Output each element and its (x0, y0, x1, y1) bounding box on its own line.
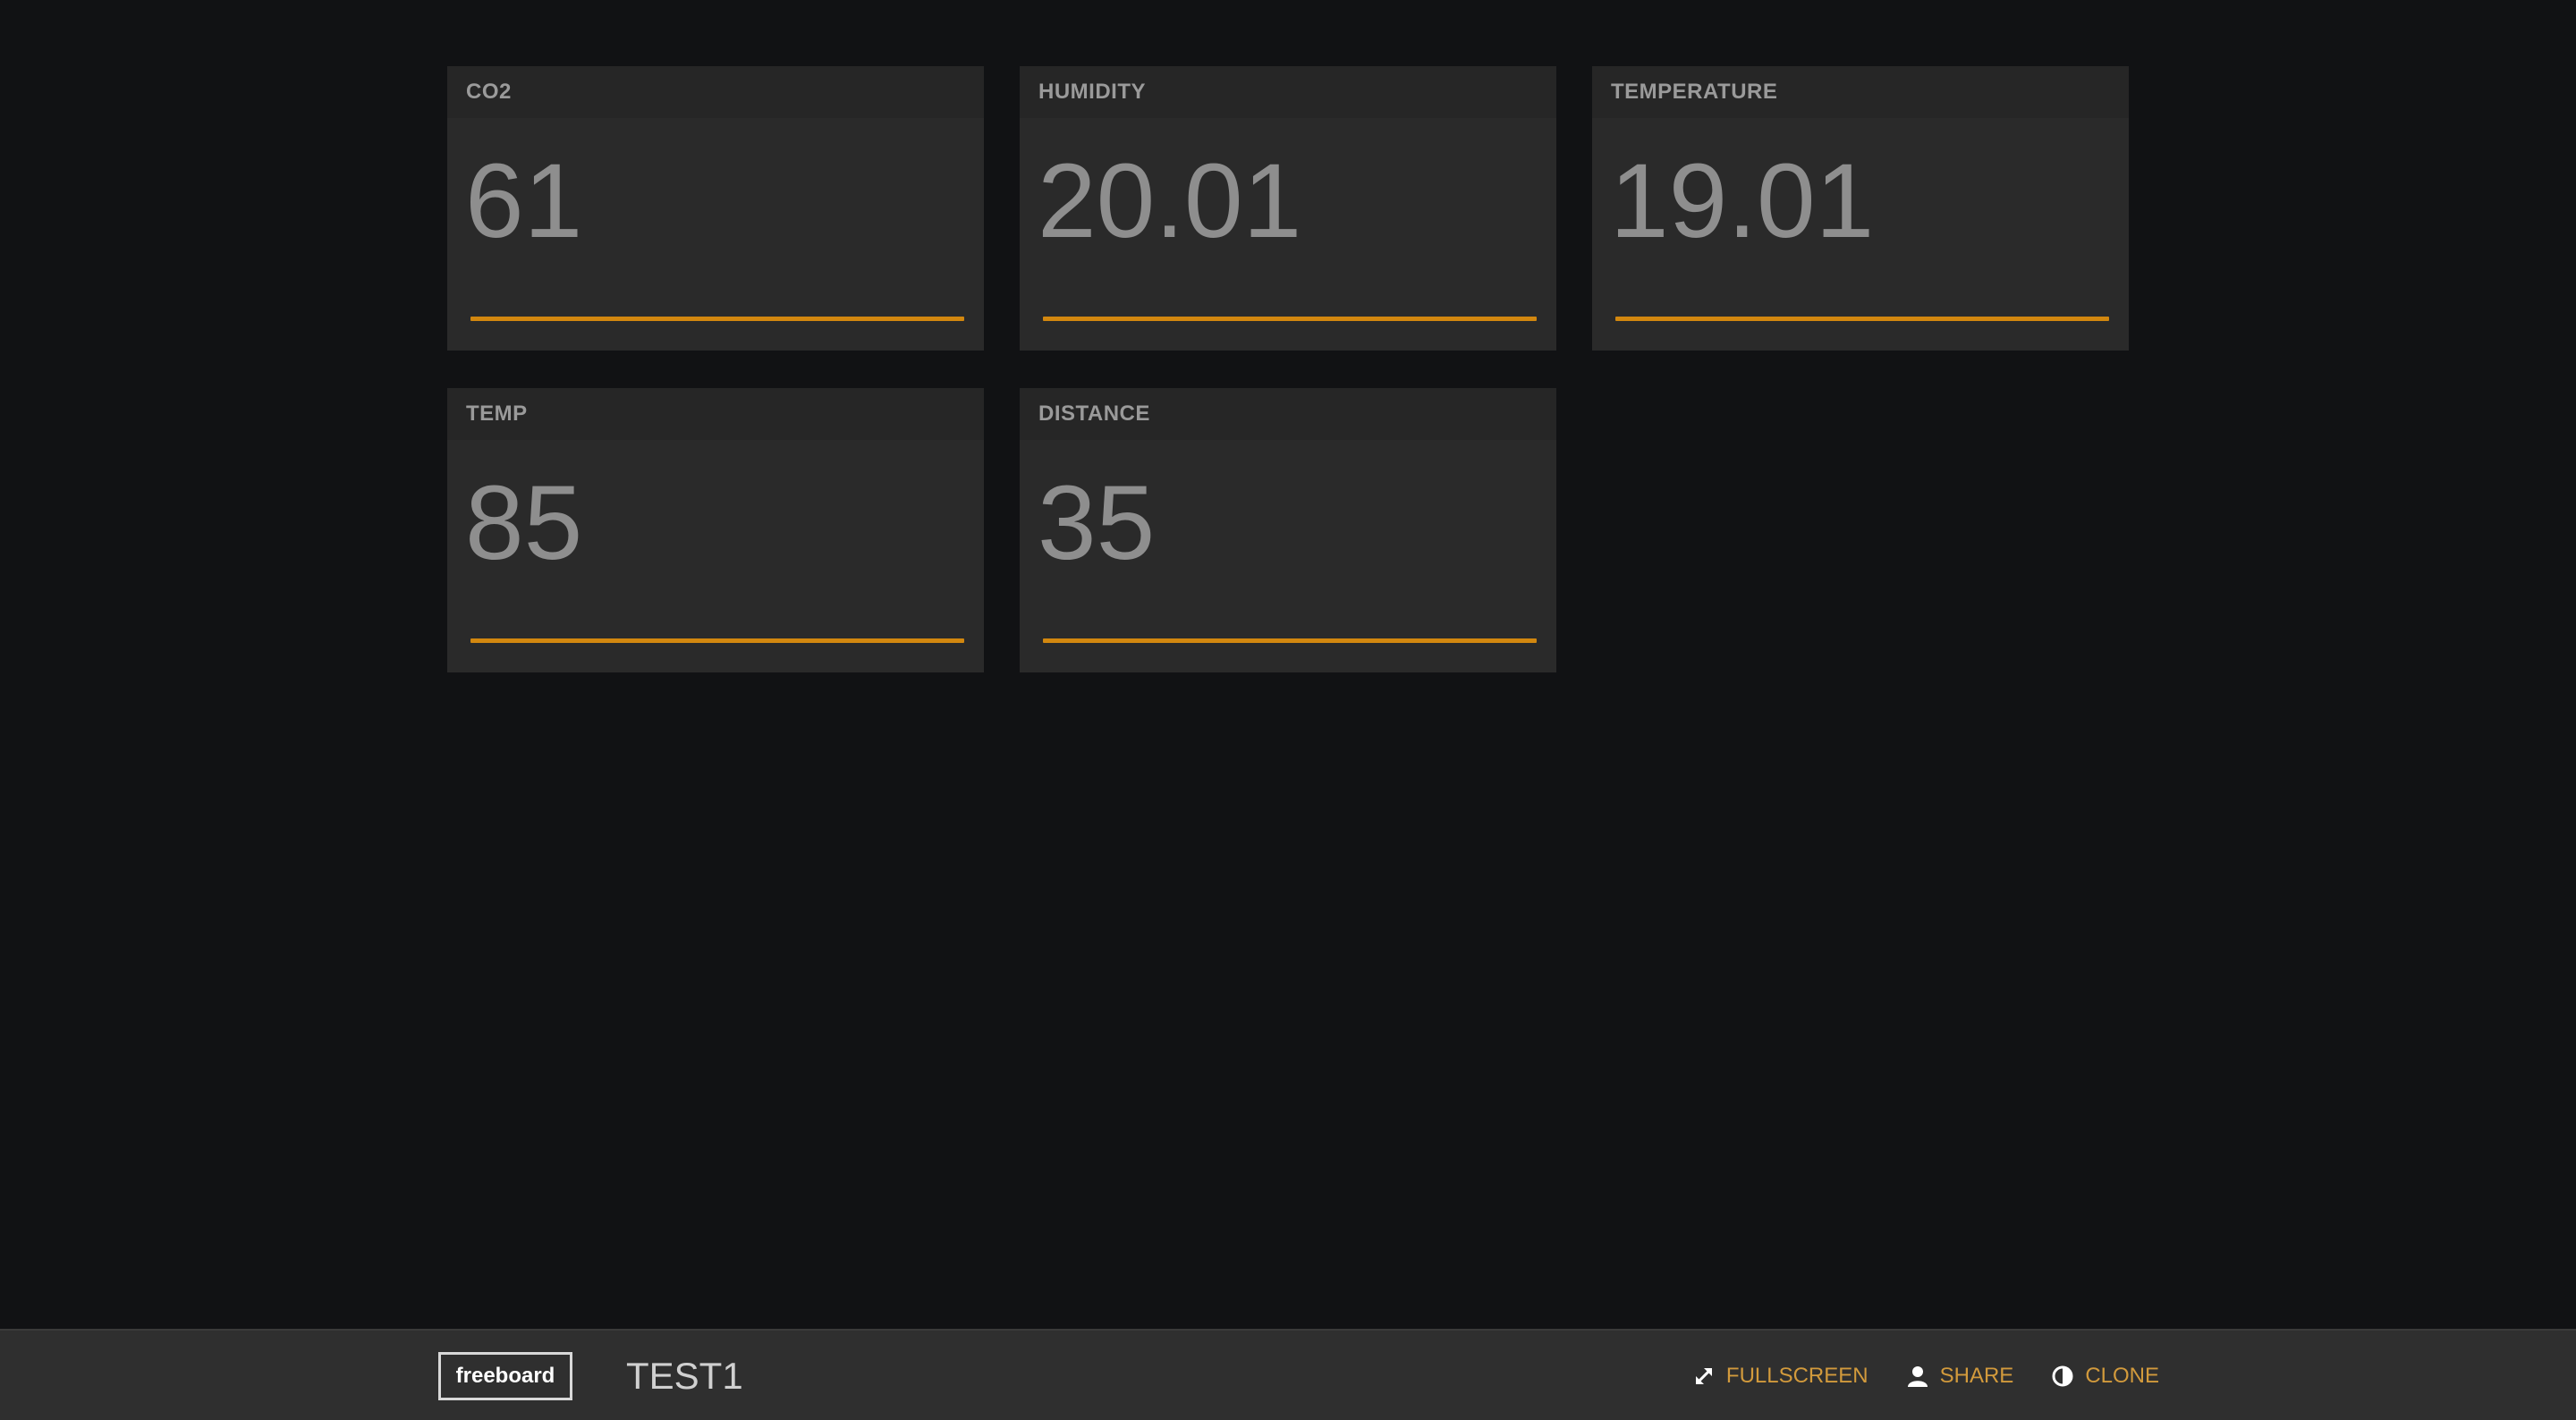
pane-value: 35 (1038, 464, 1156, 582)
pane-co2[interactable]: CO2 61 (447, 66, 984, 351)
footer-actions: FULLSCREEN SHARE CLONE (1692, 1352, 2159, 1400)
pane-title: HUMIDITY (1038, 80, 1146, 104)
pane-value: 20.01 (1038, 142, 1302, 260)
user-icon (1906, 1365, 1929, 1388)
pane-bar (470, 317, 964, 321)
pane-header: TEMP (447, 388, 984, 440)
pane-title: TEMP (466, 401, 528, 426)
pane-bar (1043, 317, 1537, 321)
footer-bar: freeboard TEST1 FULLSCREEN SHARE CLONE (0, 1329, 2576, 1420)
pane-title: TEMPERATURE (1611, 80, 1778, 104)
pane-header: DISTANCE (1020, 388, 1556, 440)
pane-header: TEMPERATURE (1592, 66, 2129, 118)
pane-temp[interactable]: TEMP 85 (447, 388, 984, 672)
share-label: SHARE (1939, 1364, 2014, 1388)
expand-arrows-icon (1692, 1365, 1716, 1388)
pane-title: DISTANCE (1038, 401, 1150, 426)
pane-value: 85 (465, 464, 583, 582)
pane-bar (1043, 638, 1537, 643)
pane-value: 19.01 (1610, 142, 1875, 260)
half-circle-icon (2051, 1365, 2074, 1388)
pane-distance[interactable]: DISTANCE 35 (1020, 388, 1556, 672)
pane-temperature[interactable]: TEMPERATURE 19.01 (1592, 66, 2129, 351)
share-button[interactable]: SHARE (1906, 1364, 2014, 1389)
board-name: TEST1 (626, 1355, 743, 1397)
pane-header: CO2 (447, 66, 984, 118)
clone-button[interactable]: CLONE (2051, 1364, 2159, 1389)
fullscreen-button[interactable]: FULLSCREEN (1692, 1364, 1868, 1389)
pane-header: HUMIDITY (1020, 66, 1556, 118)
fullscreen-label: FULLSCREEN (1725, 1364, 1868, 1388)
clone-label: CLONE (2085, 1364, 2159, 1388)
pane-bar (470, 638, 964, 643)
pane-value: 61 (465, 142, 583, 260)
freeboard-logo[interactable]: freeboard (438, 1352, 572, 1400)
dashboard-board: CO2 61 HUMIDITY 20.01 TEMPERATURE 19.01 … (0, 0, 2576, 1329)
pane-bar (1615, 317, 2109, 321)
pane-title: CO2 (466, 80, 512, 104)
pane-humidity[interactable]: HUMIDITY 20.01 (1020, 66, 1556, 351)
